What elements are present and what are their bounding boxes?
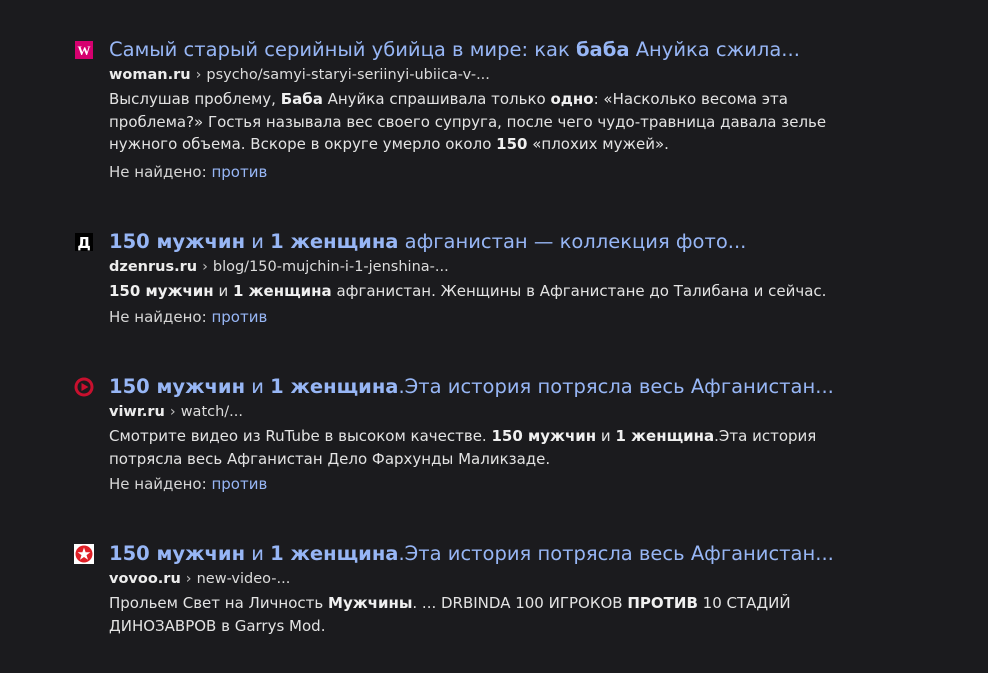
result-url: woman.ru › psycho/samyi-staryi-seriinyi-ub… (109, 65, 490, 85)
result-snippet: Смотрите видео из RuTube в высоком качес… (109, 427, 817, 468)
result-path-link[interactable]: blog/150-mujchin-i-1-jenshina-... (213, 259, 449, 275)
result-url: vovoo.ru › new-video-... (109, 569, 290, 589)
highlighted-match: баба (575, 38, 630, 61)
result-domain-link[interactable]: viwr.ru (109, 404, 165, 420)
result-path-link[interactable]: psycho/samyi-staryi-seriinyi-ubiica-v-..… (206, 67, 490, 83)
vovoo-star-icon (74, 544, 94, 564)
result-domain-link[interactable]: dzenrus.ru (109, 259, 197, 275)
search-result: 150 мужчин и 1 женщина.Эта история потря… (74, 375, 874, 500)
highlighted-match: 150 мужчин (109, 375, 246, 398)
svg-text:W: W (78, 43, 91, 58)
result-title-link[interactable]: Самый старый серийный убийца в мире: как… (109, 38, 800, 62)
search-result: W Самый старый серийный убийца в мире: к… (74, 38, 874, 188)
woman-ru-w-icon: W (74, 40, 94, 60)
svg-text:Д: Д (77, 234, 90, 251)
highlighted-match: 150 мужчин (491, 427, 597, 445)
result-path-link[interactable]: new-video-... (197, 571, 291, 587)
highlighted-match: 1 женщина (232, 282, 332, 300)
breadcrumb-separator: › (185, 571, 192, 587)
missing-words-line: Не найдено: против (109, 306, 267, 328)
result-snippet: Прольем Свет на Личность Мужчины. ... DR… (109, 594, 791, 635)
highlighted-match: 1 женщина (615, 427, 715, 445)
highlighted-match: 150 мужчин (109, 542, 246, 565)
highlighted-match: ПРОТИВ (627, 594, 698, 612)
missing-word-link[interactable]: против (211, 308, 267, 326)
breadcrumb-separator: › (195, 67, 202, 83)
result-domain-link[interactable]: vovoo.ru (109, 571, 181, 587)
viwr-play-icon (74, 377, 94, 397)
missing-words-line: Не найдено: против (109, 473, 267, 495)
highlighted-match: 150 мужчин (109, 230, 246, 253)
highlighted-match: Баба (280, 90, 323, 108)
missing-words-line: Не найдено: против (109, 161, 267, 183)
search-results: W Самый старый серийный убийца в мире: к… (0, 0, 988, 673)
highlighted-match: одно (550, 90, 594, 108)
result-snippet: 150 мужчин и 1 женщина афганистан. Женщи… (109, 282, 827, 300)
result-path-link[interactable]: watch/... (181, 404, 243, 420)
missing-word-link[interactable]: против (211, 475, 267, 493)
result-domain-link[interactable]: woman.ru (109, 67, 191, 83)
highlighted-match: Мужчины (328, 594, 413, 612)
result-title-link[interactable]: 150 мужчин и 1 женщина.Эта история потря… (109, 542, 834, 566)
result-url: viwr.ru › watch/... (109, 402, 243, 422)
search-result: Д 150 мужчин и 1 женщина афганистан — ко… (74, 230, 874, 330)
missing-words-label: Не найдено: (109, 475, 207, 493)
highlighted-match: 1 женщина (270, 542, 399, 565)
result-snippet: Выслушав проблему, Баба Ануйка спрашивал… (109, 90, 827, 153)
search-result: 150 мужчин и 1 женщина.Эта история потря… (74, 542, 874, 642)
highlighted-match: 1 женщина (270, 230, 399, 253)
highlighted-match: 1 женщина (270, 375, 399, 398)
missing-word-link[interactable]: против (211, 163, 267, 181)
highlighted-match: 150 (496, 135, 528, 153)
dzenrus-d-icon: Д (74, 232, 94, 252)
breadcrumb-separator: › (169, 404, 176, 420)
result-title-link[interactable]: 150 мужчин и 1 женщина.Эта история потря… (109, 375, 834, 399)
breadcrumb-separator: › (202, 259, 208, 275)
result-title-link[interactable]: 150 мужчин и 1 женщина афганистан — колл… (109, 230, 746, 254)
result-url: dzenrus.ru › blog/150-mujchin-i-1-jenshina… (109, 257, 449, 277)
highlighted-match: 150 мужчин (109, 282, 214, 300)
missing-words-label: Не найдено: (109, 163, 207, 181)
missing-words-label: Не найдено: (109, 308, 207, 326)
